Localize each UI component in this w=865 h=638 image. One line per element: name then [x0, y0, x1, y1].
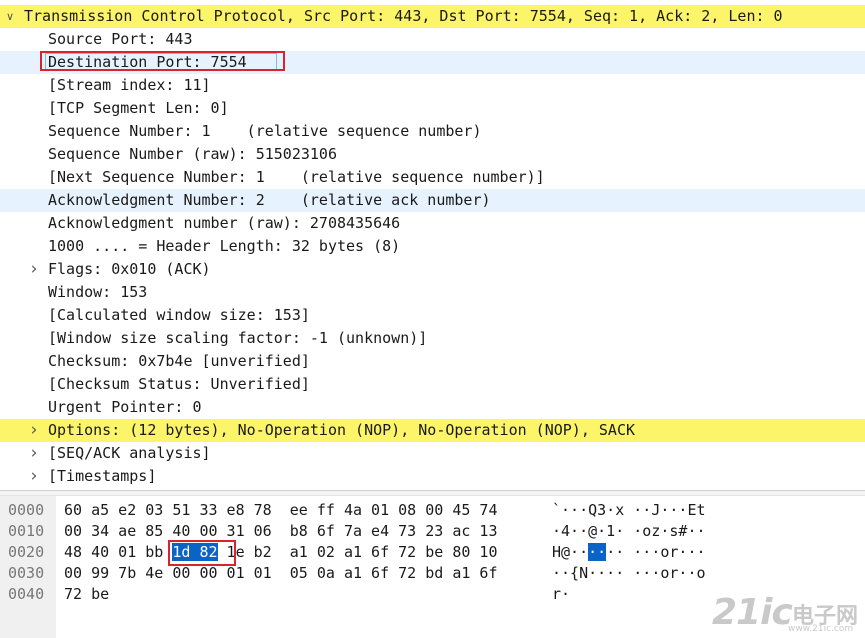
tree-row[interactable]: [Calculated window size: 153] [0, 304, 865, 327]
ascii-text: ·· ···or··· [606, 543, 706, 561]
hex-offset: 0040 [8, 585, 45, 603]
tree-row[interactable]: [TCP Segment Len: 0] [0, 97, 865, 120]
tree-row[interactable]: › Flags: 0x010 (ACK) [0, 258, 865, 281]
tree-row[interactable]: [Stream index: 11] [0, 74, 865, 97]
hex-row[interactable]: 0040 72 be r· [0, 583, 865, 606]
tree-row-label: Transmission Control Protocol, Src Port:… [24, 7, 783, 25]
chevron-right-icon[interactable]: › [27, 419, 41, 442]
hex-ascii[interactable]: r· [552, 583, 570, 606]
packet-details-pane[interactable]: ∨ Transmission Control Protocol, Src Port… [0, 0, 865, 490]
tree-row[interactable]: [Next Sequence Number: 1 (relative seque… [0, 166, 865, 189]
hex-ascii[interactable]: `···Q3·x ··J···Et [552, 499, 706, 522]
hex-bytes-text: 72 be [64, 585, 110, 603]
tree-row[interactable]: 1000 .... = Header Length: 32 bytes (8) [0, 235, 865, 258]
tree-row[interactable]: Sequence Number (raw): 515023106 [0, 143, 865, 166]
hex-bytes-text: 48 40 01 bb [64, 543, 173, 561]
ascii-text: ·4··@·1· ·oz·s#·· [552, 522, 706, 540]
tree-row[interactable]: [Checksum Status: Unverified] [0, 373, 865, 396]
tree-row-label: Checksum: 0x7b4e [unverified] [48, 352, 310, 370]
chevron-right-icon[interactable]: › [27, 465, 41, 488]
tree-row[interactable]: ∨ Transmission Control Protocol, Src Port… [0, 5, 865, 28]
chevron-right-icon[interactable]: › [27, 442, 41, 465]
ascii-text: `···Q3·x ··J···Et [552, 501, 706, 519]
tree-row-label: Flags: 0x010 (ACK) [48, 260, 211, 278]
tree-row[interactable]: Source Port: 443 [0, 28, 865, 51]
hex-ascii[interactable]: ··{N···· ···or··o [552, 562, 706, 585]
tree-row-label: [Checksum Status: Unverified] [48, 375, 310, 393]
hex-bytes[interactable]: 60 a5 e2 03 51 33 e8 78 ee ff 4a 01 08 0… [64, 499, 497, 522]
hex-row[interactable]: 0010 00 34 ae 85 40 00 31 06 b8 6f 7a e4 … [0, 520, 865, 543]
ascii-text: ··{N···· ···or··o [552, 564, 706, 582]
tree-row-label: [Calculated window size: 153] [48, 306, 310, 324]
tree-row[interactable]: › [Timestamps] [0, 465, 865, 488]
hex-bytes-text: 60 a5 e2 03 51 33 e8 78 ee ff 4a 01 08 0… [64, 501, 498, 519]
packet-bytes-pane[interactable]: 0000 60 a5 e2 03 51 33 e8 78 ee ff 4a 01 … [0, 496, 865, 638]
tree-row[interactable]: Urgent Pointer: 0 [0, 396, 865, 419]
hex-offset: 0010 [8, 522, 45, 540]
hex-bytes[interactable]: 00 34 ae 85 40 00 31 06 b8 6f 7a e4 73 2… [64, 520, 497, 543]
hex-ascii[interactable]: ·4··@·1· ·oz·s#·· [552, 520, 706, 543]
tree-row-label: [Window size scaling factor: -1 (unknown… [48, 329, 428, 347]
tree-row[interactable]: Acknowledgment number (raw): 2708435646 [0, 212, 865, 235]
hex-bytes[interactable]: 00 99 7b 4e 00 00 01 01 05 0a a1 6f 72 b… [64, 562, 497, 585]
tree-row[interactable]: › [SEQ/ACK analysis] [0, 442, 865, 465]
tree-row-label: Window: 153 [48, 283, 148, 301]
tree-row-label: [SEQ/ACK analysis] [48, 444, 211, 462]
tree-row-label: [TCP Segment Len: 0] [48, 99, 229, 117]
tree-row-label: Sequence Number: 1 (relative sequence nu… [48, 122, 482, 140]
tree-row-label: Options: (12 bytes), No-Operation (NOP),… [48, 421, 635, 439]
chevron-down-icon[interactable]: ∨ [3, 5, 17, 28]
tree-row[interactable]: Destination Port: 7554 [0, 51, 865, 74]
tree-row[interactable]: [Window size scaling factor: -1 (unknown… [0, 327, 865, 350]
tree-row-label: [Next Sequence Number: 1 (relative seque… [48, 168, 545, 186]
tree-row-label: Acknowledgment number (raw): 2708435646 [48, 214, 401, 232]
tree-row-label: Destination Port: 7554 [48, 53, 247, 71]
tree-row[interactable]: Sequence Number: 1 (relative sequence nu… [0, 120, 865, 143]
hex-ascii[interactable]: H@······ ···or··· [552, 541, 706, 564]
ascii-text: r· [552, 585, 571, 603]
chevron-right-icon[interactable]: › [27, 258, 41, 281]
selected-ascii-bytes: ·· [588, 543, 607, 561]
tree-row-label: 1000 .... = Header Length: 32 bytes (8) [48, 237, 401, 255]
hex-bytes[interactable]: 72 be [64, 583, 109, 606]
hex-offset: 0020 [8, 543, 45, 561]
tree-row[interactable]: Window: 153 [0, 281, 865, 304]
hex-bytes-text: 1e b2 a1 02 a1 6f 72 be 80 10 [217, 543, 498, 561]
hex-bytes-text: 00 99 7b 4e 00 00 01 01 05 0a a1 6f 72 b… [64, 564, 498, 582]
tree-row-label: [Timestamps] [48, 467, 157, 485]
tree-row-label: Source Port: 443 [48, 30, 193, 48]
tree-row[interactable]: Acknowledgment Number: 2 (relative ack n… [0, 189, 865, 212]
hex-offset: 0030 [8, 564, 45, 582]
hex-row[interactable]: 0030 00 99 7b 4e 00 00 01 01 05 0a a1 6f … [0, 562, 865, 585]
hex-bytes-text: 00 34 ae 85 40 00 31 06 b8 6f 7a e4 73 2… [64, 522, 498, 540]
tree-row-label: Acknowledgment Number: 2 (relative ack n… [48, 191, 491, 209]
tree-row[interactable]: Checksum: 0x7b4e [unverified] [0, 350, 865, 373]
hex-bytes[interactable]: 48 40 01 bb 1d 82 1e b2 a1 02 a1 6f 72 b… [64, 541, 498, 564]
tree-row-label: [Stream index: 11] [48, 76, 211, 94]
tree-row-label: Urgent Pointer: 0 [48, 398, 202, 416]
hex-row[interactable]: 0000 60 a5 e2 03 51 33 e8 78 ee ff 4a 01 … [0, 499, 865, 522]
tree-row[interactable]: › Options: (12 bytes), No-Operation (NOP)… [0, 419, 865, 442]
ascii-text: H@·· [552, 543, 589, 561]
selected-hex-bytes: 1d 82 [172, 543, 218, 561]
tree-row-label: Sequence Number (raw): 515023106 [48, 145, 337, 163]
hex-offset: 0000 [8, 501, 45, 519]
hex-row[interactable]: 0020 48 40 01 bb 1d 82 1e b2 a1 02 a1 6f … [0, 541, 865, 564]
